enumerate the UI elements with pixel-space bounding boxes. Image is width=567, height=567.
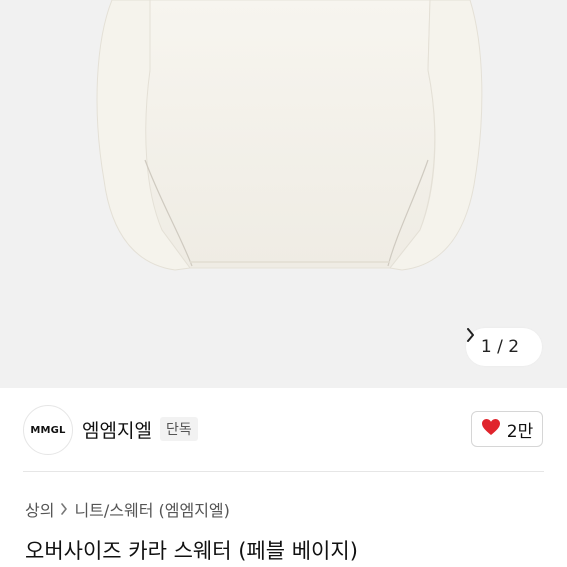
brand-logo[interactable]: MMGL <box>23 405 73 455</box>
like-button[interactable]: 2만 <box>471 411 543 447</box>
like-count: 2만 <box>506 421 534 442</box>
exclusive-badge: 단독 <box>160 417 198 441</box>
heart-icon <box>481 418 501 441</box>
breadcrumb-subcategory[interactable]: 니트/스웨터 (엠엠지엘) <box>74 497 229 521</box>
product-title: 오버사이즈 카라 스웨터 (페블 베이지) <box>25 539 358 563</box>
brand-name[interactable]: 엠엠지엘 <box>82 416 152 443</box>
brand-logo-text: MMGL <box>30 424 66 436</box>
breadcrumb-category[interactable]: 상의 <box>25 497 54 521</box>
product-image-gallery[interactable]: 1 / 2 <box>0 0 567 388</box>
divider <box>23 471 544 472</box>
chevron-right-icon <box>60 503 68 515</box>
breadcrumb: 상의 니트/스웨터 (엠엠지엘) <box>25 497 230 521</box>
image-page-counter[interactable]: 1 / 2 <box>466 328 542 366</box>
page-counter-text: 1 / 2 <box>480 337 520 357</box>
